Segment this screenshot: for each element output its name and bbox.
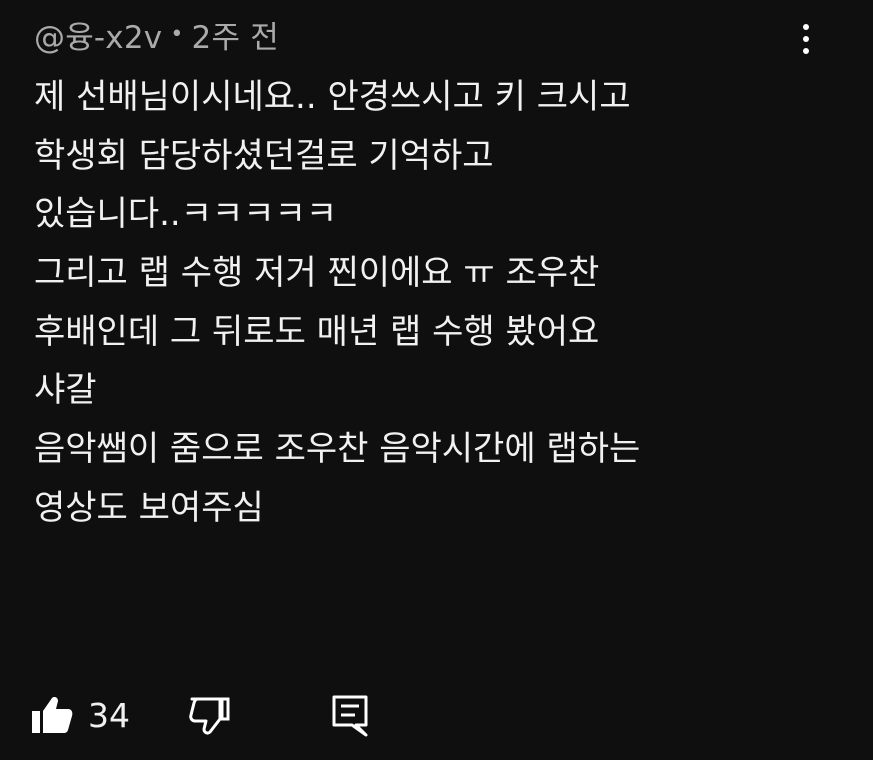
dislike-button[interactable]	[188, 690, 232, 740]
comment-actions: 34	[30, 690, 430, 740]
like-button[interactable]: 34	[30, 690, 130, 740]
meta-separator: •	[170, 21, 184, 47]
comment-line: 제 선배님이시네요.. 안경쓰시고 키 크시고	[34, 77, 631, 117]
more-vert-icon	[803, 24, 809, 30]
comment-line: 그리고 랩 수행 저거 찐이에요 ㅠ 조우찬	[34, 253, 600, 294]
more-vert-icon-dot	[803, 36, 809, 42]
comment-reply-icon	[330, 693, 370, 737]
reply-button[interactable]	[330, 690, 370, 740]
thumb-down-icon	[188, 695, 232, 735]
comment-text: 제 선배님이시네요.. 안경쓰시고 키 크시고 학생회 담당하셨던걸로 기억하고…	[34, 68, 834, 538]
comment-header: @융-x2v • 2주 전	[34, 12, 279, 56]
comment-line: 영상도 보여주심	[34, 487, 264, 528]
comment-author[interactable]: @융-x2v	[34, 12, 162, 57]
comment-line: 있습니다..ㅋㅋㅋㅋㅋ	[34, 194, 338, 235]
like-count: 34	[88, 695, 130, 735]
comment-line: 후배인데 그 뒤로도 매년 랩 수행 봤어요	[34, 311, 600, 352]
comment-timestamp[interactable]: 2주 전	[192, 12, 279, 57]
comment-line: 음악쌤이 줌으로 조우찬 음악시간에 랩하는	[34, 429, 641, 470]
more-vert-icon-dot	[803, 48, 809, 54]
comment-line: 샤갈	[34, 370, 97, 411]
more-options-button[interactable]	[788, 16, 824, 62]
thumb-up-icon	[30, 695, 74, 735]
comment-line: 학생회 담당하셨던걸로 기억하고	[34, 135, 494, 176]
